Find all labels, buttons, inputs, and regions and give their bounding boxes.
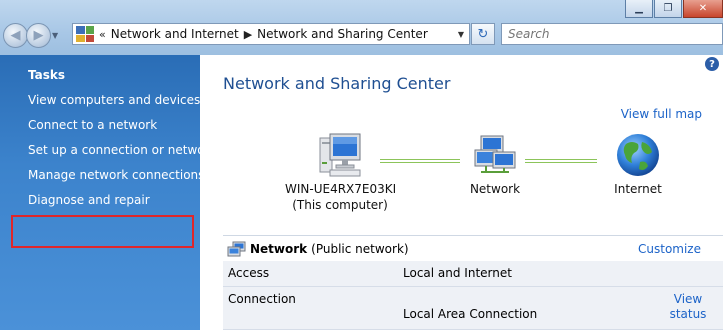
refresh-button[interactable]: ↻ xyxy=(471,23,495,45)
window-chrome: ▁ ❐ ✕ ◀ ▶ ▼ « Network and Internet ▶ Net… xyxy=(0,0,723,55)
network-icon xyxy=(227,241,246,256)
network-icon xyxy=(474,135,516,173)
view-full-map-link[interactable]: View full map xyxy=(621,107,702,121)
search-input[interactable] xyxy=(502,24,722,44)
control-panel-icon xyxy=(76,26,94,42)
address-bar[interactable]: « Network and Internet ▶ Network and Sha… xyxy=(72,23,470,45)
computer-icon xyxy=(319,133,361,177)
property-key: Access xyxy=(228,266,270,280)
network-name: Network xyxy=(250,241,308,256)
task-view-computers-and-devices[interactable]: View computers and devices xyxy=(28,93,200,107)
page-title: Network and Sharing Center xyxy=(223,74,451,93)
address-dropdown-icon[interactable]: ▼ xyxy=(453,24,469,44)
minimize-button[interactable]: ▁ xyxy=(625,0,653,18)
network-properties: Access Local and Internet Connection Loc… xyxy=(223,261,723,330)
breadcrumb-network-and-internet[interactable]: Network and Internet xyxy=(111,27,239,41)
close-icon: ✕ xyxy=(698,2,708,14)
refresh-icon: ↻ xyxy=(477,26,489,42)
help-icon[interactable]: ? xyxy=(705,57,719,71)
maximize-icon: ❐ xyxy=(663,2,673,14)
connection-line xyxy=(525,159,597,163)
task-connect-to-a-network[interactable]: Connect to a network xyxy=(28,118,157,132)
forward-button[interactable]: ▶ xyxy=(26,23,51,48)
navigation-buttons: ◀ ▶ ▼ xyxy=(3,23,62,48)
internet-label: Internet xyxy=(614,182,662,196)
computer-name: WIN-UE4RX7E03KI xyxy=(285,182,397,196)
overflow-chevron-icon[interactable]: « xyxy=(99,28,106,41)
property-key: Connection xyxy=(228,292,296,306)
property-value: Local Area Connection xyxy=(403,307,538,321)
minimize-icon: ▁ xyxy=(635,2,643,14)
network-label: Network xyxy=(469,182,521,196)
maximize-button[interactable]: ❐ xyxy=(654,0,682,18)
forward-arrow-icon: ▶ xyxy=(33,28,44,43)
task-manage-network-connections[interactable]: Manage network connections xyxy=(28,168,204,182)
highlight-box xyxy=(11,215,194,248)
tasks-heading: Tasks xyxy=(28,68,66,82)
map-node-computer[interactable]: WIN-UE4RX7E03KI (This computer) xyxy=(285,132,397,213)
task-diagnose-and-repair[interactable]: Diagnose and repair xyxy=(28,193,150,207)
globe-icon xyxy=(617,134,659,176)
recent-pages-dropdown[interactable]: ▼ xyxy=(52,31,62,40)
property-row-connection: Connection Local Area Connection View st… xyxy=(223,287,723,330)
window-controls: ▁ ❐ ✕ xyxy=(625,0,723,18)
network-section-header: Network (Public network) Customize xyxy=(223,235,723,261)
main-content: ? Network and Sharing Center View full m… xyxy=(200,55,723,330)
property-row-access: Access Local and Internet xyxy=(223,261,723,287)
computer-subtitle: (This computer) xyxy=(292,198,388,212)
back-arrow-icon: ◀ xyxy=(10,28,21,43)
breadcrumb-network-and-sharing-center[interactable]: Network and Sharing Center xyxy=(257,27,428,41)
property-value: Local and Internet xyxy=(403,266,512,280)
task-set-up-connection[interactable]: Set up a connection or network xyxy=(28,143,216,157)
close-button[interactable]: ✕ xyxy=(683,0,723,18)
tasks-pane: Tasks View computers and devices Connect… xyxy=(0,55,216,330)
customize-link[interactable]: Customize xyxy=(638,242,701,256)
map-node-internet[interactable]: Internet xyxy=(598,132,678,197)
search-box[interactable] xyxy=(501,23,723,45)
view-status-link[interactable]: View status xyxy=(668,292,708,322)
breadcrumb-separator-icon[interactable]: ▶ xyxy=(244,28,252,41)
network-type: (Public network) xyxy=(311,241,409,256)
back-button[interactable]: ◀ xyxy=(3,23,28,48)
map-node-network[interactable]: Network xyxy=(455,132,535,197)
